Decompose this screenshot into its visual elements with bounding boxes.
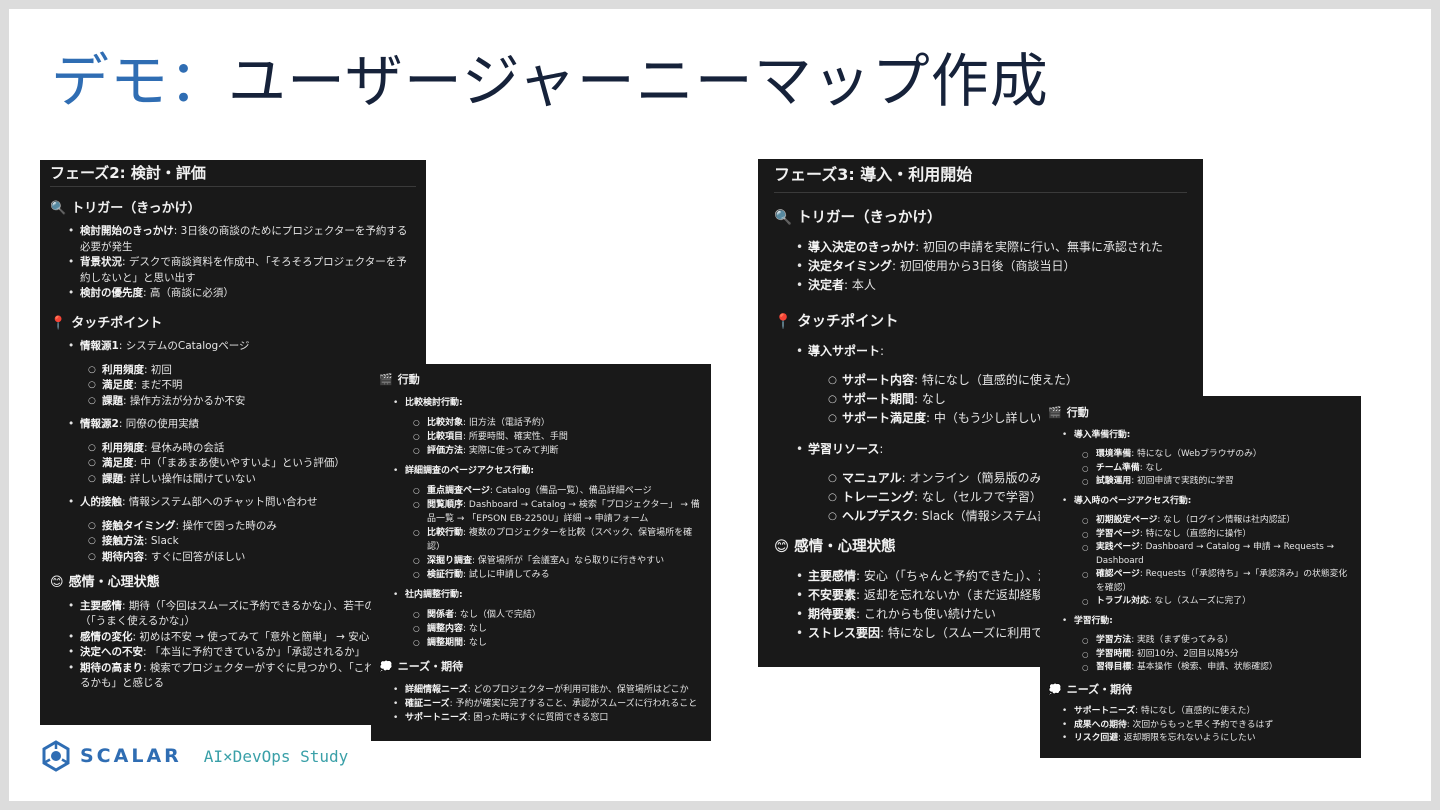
phase3-needs-list: サポートニーズ: 特になし（直感的に使えた） 成果への期待: 次回からもっと早く… xyxy=(1048,705,1353,746)
brand-name: SCALAR xyxy=(80,745,182,767)
list-item: 比較検討行動: 比較対象: 旧方法（電話予約） 比較項目: 所要時間、確実性、手… xyxy=(393,396,703,458)
phase2-trigger-list: 検討開始のきっかけ: 3日後の商談のためにプロジェクターを予約する必要が発生 背… xyxy=(50,224,416,302)
list-item: 導入準備行動: 環境準備: 特になし（Webブラウザのみ） チーム準備: なし … xyxy=(1062,429,1353,489)
list-item: 比較行動: 複数のプロジェクターを比較（スペック、保管場所を確認） xyxy=(413,526,703,554)
list-item: 重点調査ページ: Catalog（備品一覧）、備品詳細ページ xyxy=(413,484,703,498)
list-item: 主要感情: 期待（「今回はスムーズに予約できるかな」）、若干の不安（「うまく使え… xyxy=(68,599,416,630)
list-item: 利用頻度: 初回 xyxy=(88,363,416,379)
list-item: 確証ニーズ: 予約が確実に完了すること、承認がスムーズに行われること xyxy=(393,697,703,711)
phase3-trigger-heading: 🔍 トリガー（きっかけ） xyxy=(774,210,942,226)
clapper-icon: 🎬 xyxy=(379,373,393,386)
list-item: 比較対象: 旧方法（電話予約） xyxy=(413,416,703,430)
list-item: サポートニーズ: 困った時にすぐに質問できる窓口 xyxy=(393,711,703,725)
phase2-panel: フェーズ2: 検討・評価 🔍トリガー（きっかけ） 検討開始のきっかけ: 3日後の… xyxy=(40,160,426,725)
phase2-needs-list: 詳細情報ニーズ: どのプロジェクターが利用可能か、保管場所はどこか 確証ニーズ:… xyxy=(379,683,703,725)
phase2-action-list: 比較検討行動: 比較対象: 旧方法（電話予約） 比較項目: 所要時間、確実性、手… xyxy=(379,396,703,650)
list-item: 環境準備: 特になし（Webブラウザのみ） xyxy=(1082,448,1353,462)
list-item: サポート内容: 特になし（直感的に使えた） xyxy=(828,371,1187,390)
list-item: 閲覧順序: Dashboard → Catalog → 検索「プロジェクター」 … xyxy=(413,498,703,526)
phase3-action-panel: 🎬行動 導入準備行動: 環境準備: 特になし（Webブラウザのみ） チーム準備:… xyxy=(1040,396,1361,758)
phase3-touchpoint-heading: 📍 タッチポイント xyxy=(774,314,899,330)
phase3-action-list: 導入準備行動: 環境準備: 特になし（Webブラウザのみ） チーム準備: なし … xyxy=(1048,429,1353,675)
list-item: 調整期間: なし xyxy=(413,636,703,650)
study-name: AI×DevOps Study xyxy=(203,746,349,766)
list-item: 課題: 操作方法が分かるか不安 xyxy=(88,394,416,410)
list-item: 満足度: まだ不明 xyxy=(88,378,416,394)
list-item: 感情の変化: 初めは不安 → 使ってみて「意外と簡単」 → 安心 xyxy=(68,630,416,646)
phase3-needs-heading: 💭 ニーズ・期待 xyxy=(1048,682,1133,696)
list-item: 調整内容: なし xyxy=(413,622,703,636)
phase3-trigger-list: 導入決定のきっかけ: 初回の申請を実際に行い、無事に承認された 決定タイミング:… xyxy=(774,238,1187,295)
list-item: 接触タイミング: 操作で困った時のみ xyxy=(88,519,416,535)
list-item: 習得目標: 基本操作（検索、申請、状態確認） xyxy=(1082,661,1353,675)
phase2-action-heading: 🎬 行動 xyxy=(379,373,420,386)
list-item: 決定への不安: 「本当に予約できているか」「承認されるか」 xyxy=(68,645,416,661)
list-item: 期待の高まり: 検索でプロジェクターがすぐに見つかり、「これは使えるかも」と感じ… xyxy=(68,661,416,692)
thought-bubble-icon: 💭 xyxy=(379,660,393,673)
list-item: 検証行動: 試しに申請してみる xyxy=(413,568,703,582)
phase2-needs-heading: 💭 ニーズ・期待 xyxy=(379,660,464,673)
title-accent: デモ： xyxy=(51,47,229,115)
phase2-heading: フェーズ2: 検討・評価 xyxy=(50,165,416,187)
smile-icon: 😊 xyxy=(50,575,64,590)
list-item: 利用頻度: 昼休み時の会話 xyxy=(88,441,416,457)
list-item: 情報源1: システムのCatalogページ 利用頻度: 初回 満足度: まだ不明… xyxy=(68,339,416,410)
list-item: 導入決定のきっかけ: 初回の申請を実際に行い、無事に承認された xyxy=(796,238,1187,257)
list-item: 背景状況: デスクで商談資料を作成中、「そろそろプロジェクターを予約しないと」と… xyxy=(68,255,416,286)
list-item: 接触方法: Slack xyxy=(88,534,416,550)
magnifier-icon: 🔍 xyxy=(50,200,67,216)
list-item: 実践ページ: Dashboard → Catalog → 申請 → Reques… xyxy=(1082,541,1353,568)
phase3-heading: フェーズ3: 導入・利用開始 xyxy=(774,165,1187,193)
list-item: 検討開始のきっかけ: 3日後の商談のためにプロジェクターを予約する必要が発生 xyxy=(68,224,416,255)
list-item: 評価方法: 実際に使ってみて判断 xyxy=(413,444,703,458)
list-item: 成果への期待: 次回からもっと早く予約できるはず xyxy=(1062,719,1353,733)
list-item: 決定者: 本人 xyxy=(796,276,1187,295)
pushpin-icon: 📍 xyxy=(50,315,67,331)
phase2-emotion-heading: 😊 感情・心理状態 xyxy=(50,575,160,590)
smile-icon: 😊 xyxy=(774,539,790,555)
list-item: 学習ページ: 特になし（直感的に操作） xyxy=(1082,528,1353,542)
list-item: 比較項目: 所要時間、確実性、手間 xyxy=(413,430,703,444)
list-item: リスク回避: 返却期限を忘れないようにしたい xyxy=(1062,732,1353,746)
thought-bubble-icon: 💭 xyxy=(1048,682,1062,696)
title-main: ユーザージャーニーマップ作成 xyxy=(228,47,1049,115)
list-item: 満足度: 中（「まあまあ使いやすいよ」という評価） xyxy=(88,456,416,472)
list-item: 決定タイミング: 初回使用から3日後（商談当日） xyxy=(796,257,1187,276)
list-item: サポートニーズ: 特になし（直感的に使えた） xyxy=(1062,705,1353,719)
phase2-trigger-heading: 🔍 トリガー（きっかけ） xyxy=(50,200,201,216)
list-item: 初期設定ページ: なし（ログイン情報は社内認証） xyxy=(1082,514,1353,528)
list-item: 詳細情報ニーズ: どのプロジェクターが利用可能か、保管場所はどこか xyxy=(393,683,703,697)
footer: SCALAR AI×DevOps Study xyxy=(40,738,348,774)
scalar-logo-icon xyxy=(42,740,70,772)
list-item: 詳細調査のページアクセス行動: 重点調査ページ: Catalog（備品一覧）、備… xyxy=(393,464,703,582)
phase2-touchpoint-heading: 📍 タッチポイント xyxy=(50,315,163,331)
list-item: 課題: 詳しい操作は聞けていない xyxy=(88,472,416,488)
list-item: 学習時間: 初回10分、2回目以降5分 xyxy=(1082,648,1353,662)
magnifier-icon: 🔍 xyxy=(774,210,793,226)
list-item: 検討の優先度: 高（商談に必須） xyxy=(68,286,416,302)
list-item: 深掘り調査: 保管場所が「会議室A」なら取りに行きやすい xyxy=(413,554,703,568)
list-item: 関係者: なし（個人で完結） xyxy=(413,608,703,622)
phase3-action-heading: 🎬 行動 xyxy=(1048,406,1089,419)
phase2-emotion-list: 主要感情: 期待（「今回はスムーズに予約できるかな」）、若干の不安（「うまく使え… xyxy=(50,599,416,692)
list-item: トラブル対応: なし（スムーズに完了） xyxy=(1082,595,1353,609)
list-item: 学習行動: 学習方法: 実践（まず使ってみる） 学習時間: 初回10分、2回目以… xyxy=(1062,615,1353,675)
list-item: 確認ページ: Requests（「承認待ち」→「承認済み」の状態変化を確認） xyxy=(1082,568,1353,595)
list-item: 情報源2: 同僚の使用実績 利用頻度: 昼休み時の会話 満足度: 中（「まあまあ… xyxy=(68,417,416,488)
list-item: 社内調整行動: 関係者: なし（個人で完結） 調整内容: なし 調整期間: なし xyxy=(393,588,703,650)
list-item: 学習方法: 実践（まず使ってみる） xyxy=(1082,634,1353,648)
list-item: 人的接触: 情報システム部へのチャット問い合わせ 接触タイミング: 操作で困った… xyxy=(68,495,416,566)
clapper-icon: 🎬 xyxy=(1048,406,1062,419)
list-item: 期待内容: すぐに回答がほしい xyxy=(88,550,416,566)
list-item: 試験運用: 初回申請で実践的に学習 xyxy=(1082,475,1353,489)
pushpin-icon: 📍 xyxy=(774,314,793,330)
phase2-action-panel: 🎬行動 比較検討行動: 比較対象: 旧方法（電話予約） 比較項目: 所要時間、確… xyxy=(371,364,711,741)
list-item: 導入時のページアクセス行動: 初期設定ページ: なし（ログイン情報は社内認証） … xyxy=(1062,495,1353,609)
slide-title: デモ：ユーザージャーニーマップ作成 xyxy=(51,45,1049,117)
list-item: チーム準備: なし xyxy=(1082,462,1353,476)
phase2-touchpoint-list: 情報源1: システムのCatalogページ 利用頻度: 初回 満足度: まだ不明… xyxy=(50,339,416,565)
